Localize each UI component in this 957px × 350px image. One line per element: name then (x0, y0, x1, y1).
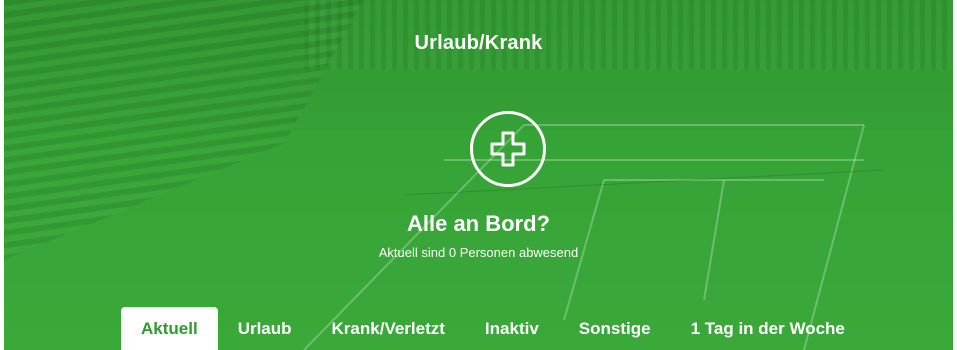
tab-krank-verletzt[interactable]: Krank/Verletzt (312, 307, 465, 350)
tab-sonstige[interactable]: Sonstige (559, 307, 671, 350)
add-absence-button[interactable] (470, 111, 546, 187)
status-headline: Alle an Bord? (406, 211, 550, 236)
hero-banner: Urlaub/Krank Alle an Bord? Aktuell sind … (4, 0, 953, 350)
tab-aktuell[interactable]: Aktuell (121, 307, 218, 350)
plus-icon (490, 131, 526, 167)
page-title: Urlaub/Krank (414, 32, 543, 54)
tab-bar: Aktuell Urlaub Krank/Verletzt Inaktiv So… (121, 307, 865, 350)
tab-1-tag-in-der-woche[interactable]: 1 Tag in der Woche (671, 307, 865, 350)
tab-urlaub[interactable]: Urlaub (218, 307, 312, 350)
tab-inaktiv[interactable]: Inaktiv (465, 307, 559, 350)
status-subline: Aktuell sind 0 Personen abwesend (378, 245, 579, 260)
